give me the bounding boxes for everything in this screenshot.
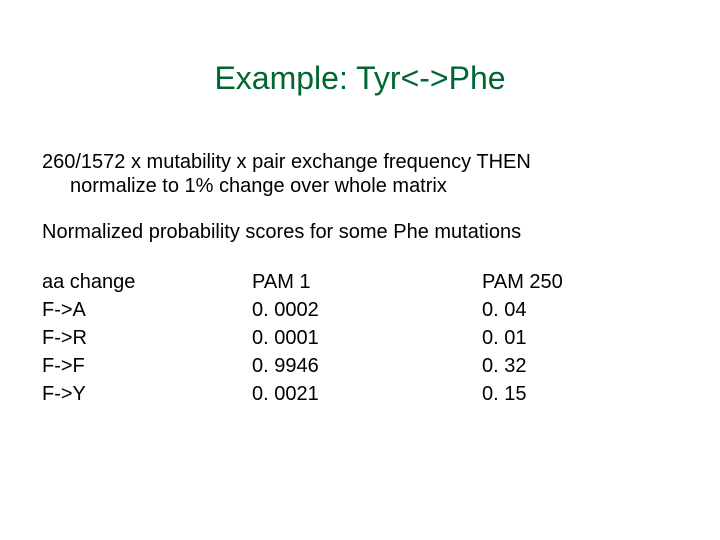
slide: Example: Tyr<->Phe 260/1572 x mutability… — [0, 0, 720, 540]
table-cell: 0. 0001 — [252, 326, 482, 350]
table-cell: 0. 0002 — [252, 298, 482, 322]
paragraph-scores-heading: Normalized probability scores for some P… — [42, 220, 678, 244]
table-cell: 0. 0021 — [252, 382, 482, 406]
table-header-pam250: PAM 250 — [482, 270, 678, 294]
table-cell: 0. 01 — [482, 326, 678, 350]
table-cell: 0. 32 — [482, 354, 678, 378]
table-cell: 0. 04 — [482, 298, 678, 322]
table-cell: F->A — [42, 298, 252, 322]
table-header-aa-change: aa change — [42, 270, 252, 294]
slide-title: Example: Tyr<->Phe — [0, 60, 720, 97]
mutation-table: aa change PAM 1 PAM 250 F->A 0. 0002 0. … — [42, 270, 678, 406]
table-cell: F->R — [42, 326, 252, 350]
table-cell: 0. 9946 — [252, 354, 482, 378]
table-cell: F->Y — [42, 382, 252, 406]
table-cell: 0. 15 — [482, 382, 678, 406]
table-cell: F->F — [42, 354, 252, 378]
para1-line2: normalize to 1% change over whole matrix — [42, 174, 678, 198]
slide-body: 260/1572 x mutability x pair exchange fr… — [42, 150, 678, 406]
para1-line1: 260/1572 x mutability x pair exchange fr… — [42, 151, 531, 173]
paragraph-formula: 260/1572 x mutability x pair exchange fr… — [42, 150, 678, 198]
table-header-pam1: PAM 1 — [252, 270, 482, 294]
